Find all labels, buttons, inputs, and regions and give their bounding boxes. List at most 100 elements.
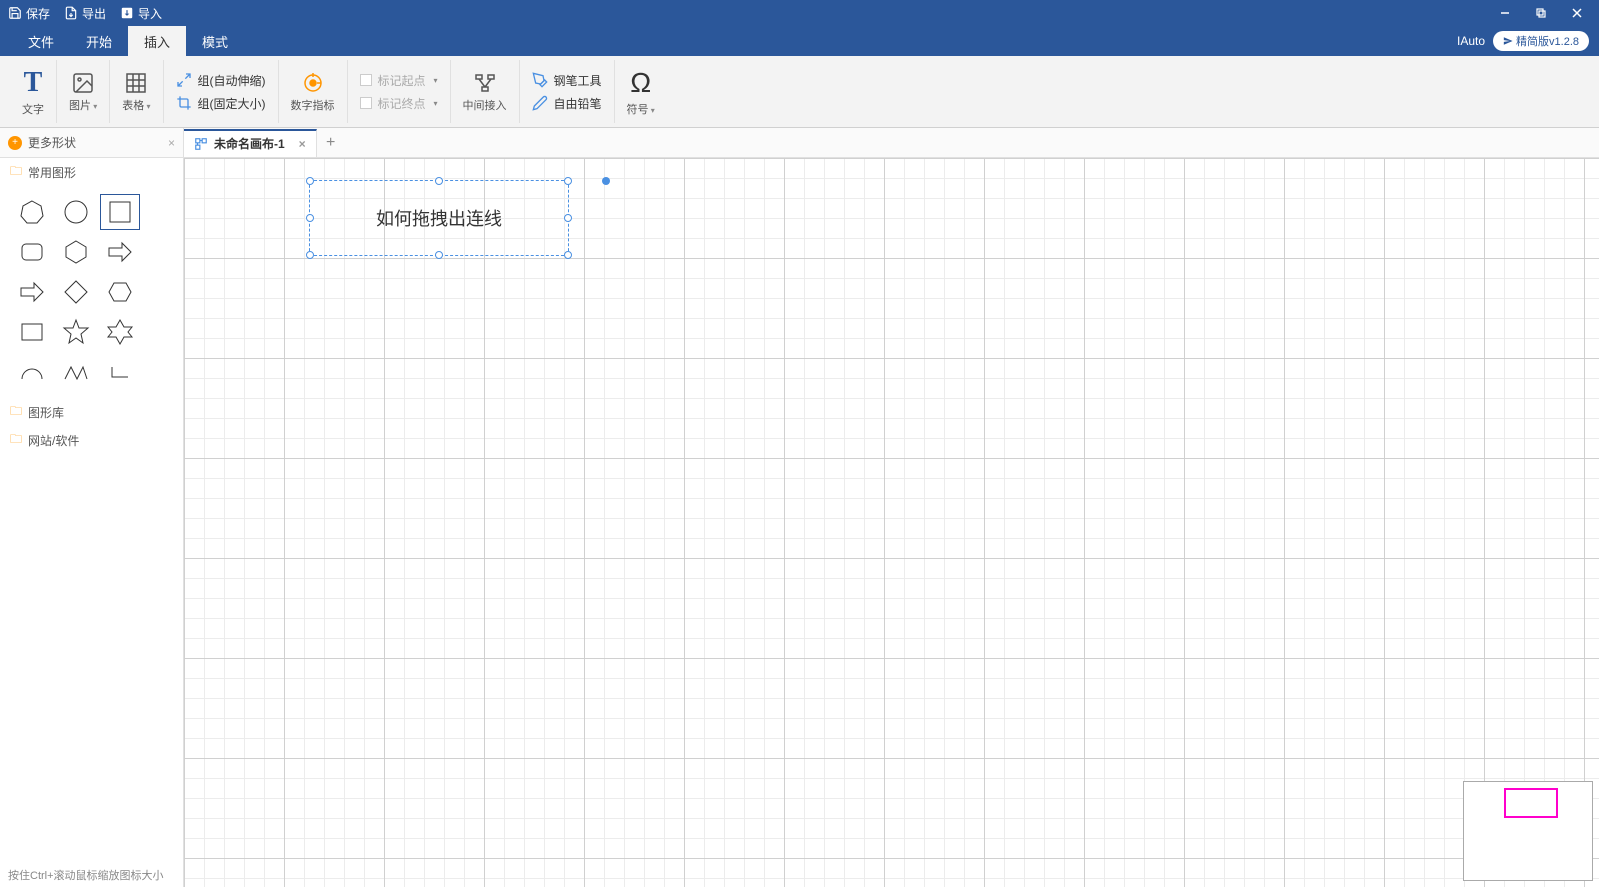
mark-end-checkbox[interactable] bbox=[360, 97, 372, 109]
save-icon bbox=[8, 6, 22, 20]
mark-end-label: 标记终点 bbox=[378, 95, 426, 112]
resize-handle-tm[interactable] bbox=[435, 177, 443, 185]
resize-handle-tl[interactable] bbox=[306, 177, 314, 185]
pen-tool-button[interactable]: 钢笔工具 bbox=[532, 72, 602, 89]
menu-insert[interactable]: 插入 bbox=[128, 26, 186, 56]
group-auto-label: 组(自动伸缩) bbox=[198, 72, 266, 89]
ribbon-table-label: 表格 bbox=[122, 97, 150, 113]
expand-icon bbox=[176, 72, 192, 88]
mid-connect-label: 中间接入 bbox=[463, 97, 507, 113]
mark-end-row[interactable]: 标记终点▾ bbox=[360, 95, 438, 112]
document-tab-1[interactable]: 未命名画布-1 × bbox=[184, 129, 317, 157]
group-auto-button[interactable]: 组(自动伸缩) bbox=[176, 72, 266, 89]
ribbon-table[interactable]: 表格 bbox=[110, 60, 163, 123]
shape-diamond[interactable] bbox=[56, 274, 96, 310]
num-indicator-label: 数字指标 bbox=[291, 97, 335, 113]
minimize-button[interactable] bbox=[1491, 3, 1519, 23]
menu-start[interactable]: 开始 bbox=[70, 26, 128, 56]
menu-file[interactable]: 文件 bbox=[12, 26, 70, 56]
ribbon-image[interactable]: 图片 bbox=[57, 60, 110, 123]
sidebar-body: 🗀 常用图形 🗀 图形 bbox=[0, 158, 183, 863]
shape-arc[interactable] bbox=[12, 354, 52, 390]
export-button[interactable]: 导出 bbox=[64, 5, 106, 22]
resize-handle-bm[interactable] bbox=[435, 251, 443, 259]
window-controls bbox=[1491, 3, 1591, 23]
shape-rect[interactable] bbox=[12, 314, 52, 350]
ribbon-mid-connect[interactable]: 中间接入 bbox=[451, 60, 520, 123]
ribbon-num-indicator[interactable]: 数字指标 bbox=[279, 60, 348, 123]
add-shape-icon[interactable]: + bbox=[8, 136, 22, 150]
ribbon-text[interactable]: T 文字 bbox=[10, 60, 57, 123]
sidebar-section-website[interactable]: 🗀 网站/软件 bbox=[0, 426, 183, 454]
free-pencil-button[interactable]: 自由铅笔 bbox=[532, 95, 602, 112]
minimap-viewport[interactable] bbox=[1504, 788, 1558, 818]
import-button[interactable]: 导入 bbox=[120, 5, 162, 22]
resize-handle-mr[interactable] bbox=[564, 214, 572, 222]
shape-hexagon[interactable] bbox=[56, 234, 96, 270]
import-icon bbox=[120, 6, 134, 20]
connect-icon bbox=[471, 71, 499, 95]
pen-icon bbox=[532, 72, 548, 88]
shape-heptagon[interactable] bbox=[12, 194, 52, 230]
sidebar-close-button[interactable]: × bbox=[168, 136, 175, 150]
close-button[interactable] bbox=[1563, 3, 1591, 23]
shape-lib-label: 图形库 bbox=[28, 404, 64, 421]
ribbon-mark-options: 标记起点▾ 标记终点▾ bbox=[348, 60, 451, 123]
text-icon: T bbox=[24, 67, 43, 99]
resize-handle-bl[interactable] bbox=[306, 251, 314, 259]
shape-square[interactable] bbox=[100, 194, 140, 230]
resize-handle-br[interactable] bbox=[564, 251, 572, 259]
menubar: 文件 开始 插入 模式 IAuto 精简版v1.2.8 bbox=[0, 26, 1599, 56]
text-shape-content[interactable]: 如何拖拽出连线 bbox=[376, 205, 502, 231]
free-pencil-label: 自由铅笔 bbox=[554, 95, 602, 112]
group-fixed-label: 组(固定大小) bbox=[198, 95, 266, 112]
ribbon-group-options: 组(自动伸缩) 组(固定大小) bbox=[164, 60, 279, 123]
ribbon-symbol[interactable]: Ω 符号 bbox=[615, 60, 667, 123]
menu-mode[interactable]: 模式 bbox=[186, 26, 244, 56]
tabstrip: + 更多形状 × 未命名画布-1 × + bbox=[0, 128, 1599, 158]
omega-icon: Ω bbox=[630, 67, 651, 99]
tab-add-button[interactable]: + bbox=[317, 129, 345, 157]
version-badge[interactable]: 精简版v1.2.8 bbox=[1493, 31, 1589, 51]
brand-label: IAuto bbox=[1457, 34, 1485, 48]
sidebar-section-shapelib[interactable]: 🗀 图形库 bbox=[0, 398, 183, 426]
tab-close-button[interactable]: × bbox=[299, 137, 306, 151]
shape-arrow-right[interactable] bbox=[12, 274, 52, 310]
minimap[interactable] bbox=[1463, 781, 1593, 881]
shape-corner[interactable] bbox=[100, 354, 140, 390]
shape-star6[interactable] bbox=[100, 314, 140, 350]
image-icon bbox=[69, 71, 97, 95]
ribbon-text-label: 文字 bbox=[22, 101, 44, 117]
canvas[interactable]: 如何拖拽出连线 bbox=[184, 158, 1599, 887]
pencil-icon bbox=[532, 95, 548, 111]
save-label: 保存 bbox=[26, 5, 50, 22]
symbol-label: 符号 bbox=[627, 101, 655, 117]
selected-text-shape[interactable]: 如何拖拽出连线 bbox=[309, 180, 569, 256]
mark-start-label: 标记起点 bbox=[378, 72, 426, 89]
plane-icon bbox=[1503, 36, 1513, 46]
menubar-right: IAuto 精简版v1.2.8 bbox=[1457, 31, 1589, 51]
rotate-handle[interactable] bbox=[602, 177, 610, 185]
shape-star5[interactable] bbox=[56, 314, 96, 350]
target-icon bbox=[299, 71, 327, 95]
resize-handle-ml[interactable] bbox=[306, 214, 314, 222]
shape-hexagon-flat[interactable] bbox=[100, 274, 140, 310]
mark-start-checkbox[interactable] bbox=[360, 74, 372, 86]
shape-zigzag[interactable] bbox=[56, 354, 96, 390]
shape-rounded-rect[interactable] bbox=[12, 234, 52, 270]
mark-start-row[interactable]: 标记起点▾ bbox=[360, 72, 438, 89]
maximize-button[interactable] bbox=[1527, 3, 1555, 23]
export-label: 导出 bbox=[82, 5, 106, 22]
shape-arrow-outline[interactable] bbox=[100, 234, 140, 270]
ribbon-pen-options: 钢笔工具 自由铅笔 bbox=[520, 60, 615, 123]
ribbon: T 文字 图片 表格 组(自动伸缩) 组(固定大小) 数字指标 标记起点▾ 标记… bbox=[0, 56, 1599, 128]
shape-circle[interactable] bbox=[56, 194, 96, 230]
resize-handle-tr[interactable] bbox=[564, 177, 572, 185]
group-fixed-button[interactable]: 组(固定大小) bbox=[176, 95, 266, 112]
folder-icon: 🗀 bbox=[10, 402, 22, 423]
common-shapes-label: 常用图形 bbox=[28, 164, 76, 181]
sidebar-section-common[interactable]: 🗀 常用图形 bbox=[0, 158, 183, 186]
crop-icon bbox=[176, 95, 192, 111]
save-button[interactable]: 保存 bbox=[8, 5, 50, 22]
sidebar-header-slot: + 更多形状 × bbox=[0, 128, 184, 157]
